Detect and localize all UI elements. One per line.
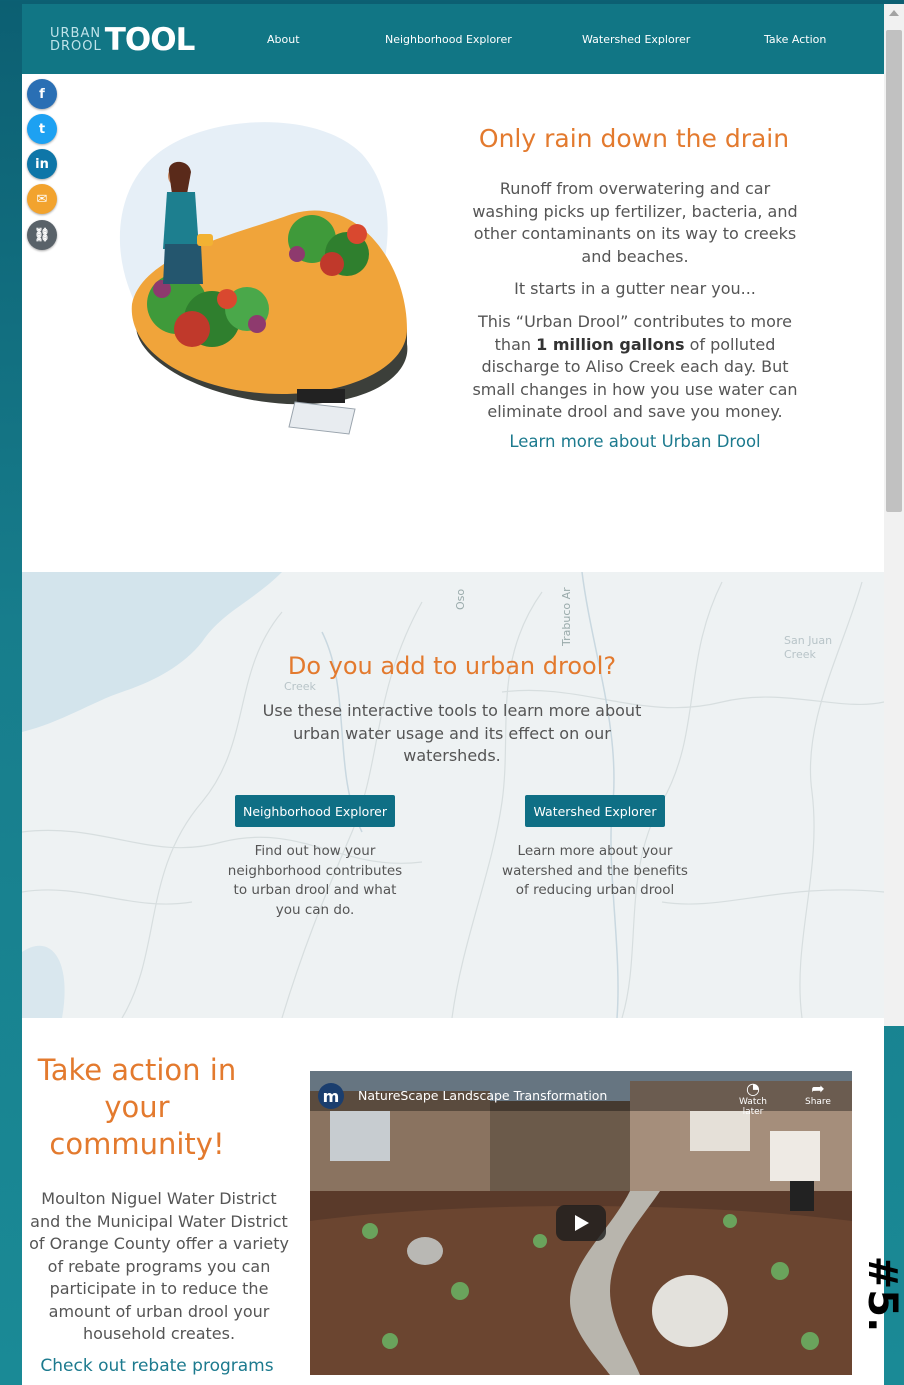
take-action-title: Take action in your community! [37, 1053, 237, 1161]
map-label-trabuco: Trabuco Ar [560, 587, 573, 646]
twitter-icon[interactable]: t [27, 114, 57, 144]
slide-number-badge: #5. [859, 1244, 904, 1344]
email-icon[interactable]: ✉ [27, 184, 57, 214]
share-label: Share [805, 1097, 831, 1107]
watershed-explorer-description: Learn more about your watershed and the … [502, 843, 688, 898]
link-icon[interactable]: ⛓ [27, 220, 57, 250]
scroll-up-arrow-icon[interactable] [889, 10, 899, 16]
logo-small-text: URBAN DROOL [50, 27, 102, 53]
nav-watershed-explorer[interactable]: Watershed Explorer [582, 4, 690, 74]
map-label-oso: Oso [454, 588, 467, 610]
watershed-explorer-button[interactable]: Watershed Explorer [525, 795, 665, 827]
watch-later-label: Watch later [738, 1097, 768, 1117]
map-section-intro: Use these interactive tools to learn mor… [262, 701, 642, 765]
nav-neighborhood-explorer[interactable]: Neighborhood Explorer [385, 4, 512, 74]
map-section: Oso Trabuco Ar San Juan Creek Creek Do y… [22, 572, 884, 1018]
site-logo[interactable]: URBAN DROOL TOOL [50, 22, 196, 58]
learn-more-link[interactable]: Learn more about Urban Drool [468, 432, 802, 451]
hero-illustration [119, 122, 408, 435]
facebook-icon[interactable]: f [27, 79, 57, 109]
play-button[interactable] [556, 1205, 606, 1241]
rebate-programs-link[interactable]: Check out rebate programs [26, 1356, 288, 1376]
clock-icon: ◔ [746, 1079, 760, 1098]
hero-paragraph-runoff: Runoff from overwatering and car washing… [472, 179, 798, 266]
play-icon [575, 1215, 589, 1231]
nav-about[interactable]: About [267, 4, 300, 74]
scrollbar-thumb[interactable] [886, 30, 902, 512]
hero-paragraph-drool: This “Urban Drool” contributes to more t… [468, 311, 802, 424]
video-title[interactable]: NatureScape Landscape Transformation [358, 1088, 607, 1103]
take-action-body: Moulton Niguel Water District and the Mu… [29, 1189, 289, 1343]
drool-text-bold: 1 million gallons [536, 334, 685, 354]
watch-later-button[interactable]: ◔ Watch later [728, 1079, 778, 1118]
nav-take-action[interactable]: Take Action [764, 4, 826, 74]
share-icon: ➦ [811, 1079, 825, 1098]
scrollbar[interactable] [884, 4, 904, 1026]
video-embed[interactable]: m NatureScape Landscape Transformation ◔… [310, 1071, 852, 1375]
hero-title: Only rain down the drain [478, 124, 790, 153]
channel-avatar[interactable]: m [318, 1083, 344, 1109]
neighborhood-explorer-description: Find out how your neighborhood contribut… [227, 843, 403, 918]
linkedin-icon[interactable]: in [27, 149, 57, 179]
logo-small-bottom: DROOL [50, 39, 102, 54]
site-header: URBAN DROOL TOOL About Neighborhood Expl… [22, 4, 884, 74]
topo-map-background [22, 572, 884, 1018]
neighborhood-explorer-button[interactable]: Neighborhood Explorer [235, 795, 395, 827]
hero-paragraph-gutter: It starts in a gutter near you... [514, 279, 756, 298]
logo-big-text: TOOL [104, 22, 196, 58]
share-button[interactable]: ➦ Share [798, 1079, 838, 1108]
map-label-creek: Creek [284, 680, 316, 693]
map-label-san-juan-creek: San Juan Creek [784, 634, 833, 661]
map-section-title: Do you add to urban drool? [287, 652, 617, 680]
slide-number-text: #5. [859, 1255, 904, 1333]
